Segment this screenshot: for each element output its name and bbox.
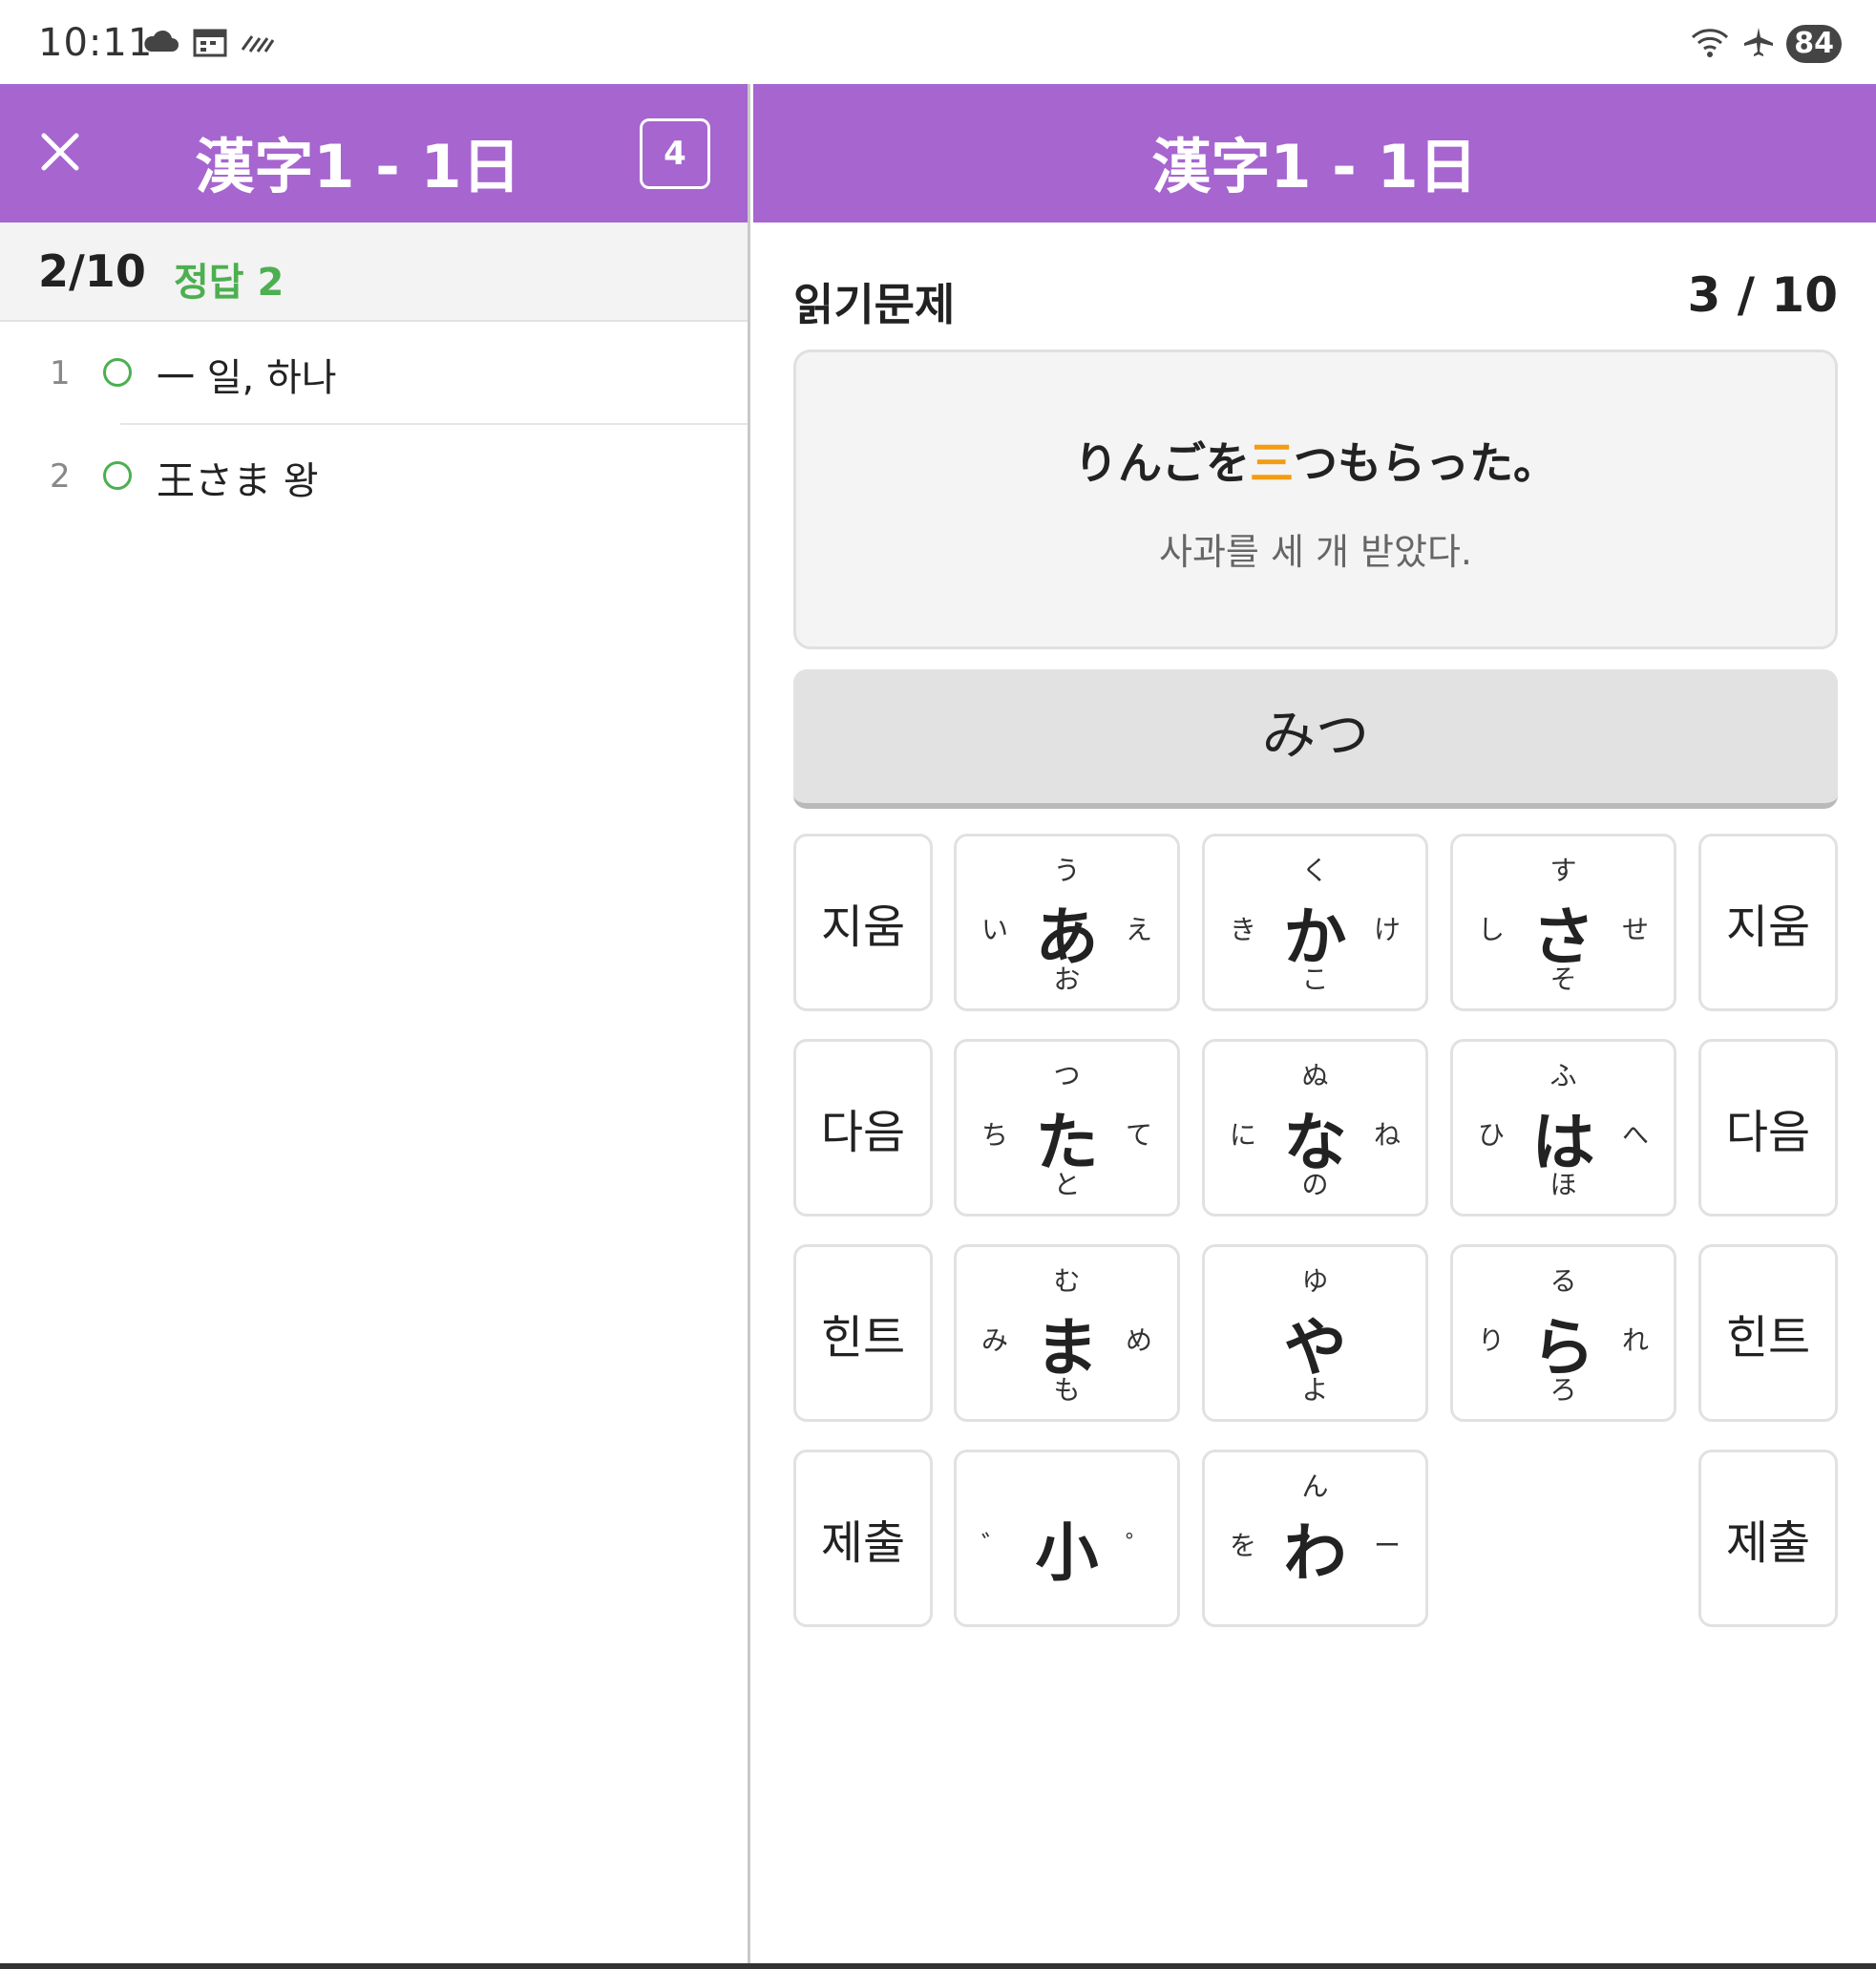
flick-down: の (1301, 1169, 1329, 1200)
next-button[interactable]: 다음 (1698, 1039, 1838, 1217)
progress-summary: 2/10 정답 2 (0, 222, 748, 322)
left-title: 漢字1 - 1日 (195, 132, 521, 201)
flick-right: ー (1373, 1530, 1401, 1561)
next-button[interactable]: 다음 (793, 1039, 933, 1217)
question-type: 읽기문제 (793, 279, 956, 330)
right-title: 漢字1 - 1日 (1151, 132, 1478, 201)
question-sentence: りんごを三つもらった。 (796, 429, 1835, 492)
kana-key-wa[interactable]: ん を わ ー (1202, 1450, 1428, 1627)
flick-down: こ (1301, 963, 1329, 995)
flick-right: け (1373, 914, 1401, 945)
correct-circle-icon (103, 358, 132, 387)
battery-indicator: 84 (1786, 25, 1842, 63)
left-panel: 漢字1 - 1日 4 2/10 정답 2 1 一 일, 하나 2 王さま 왕 (0, 84, 750, 1969)
hint-button[interactable]: 힌트 (1698, 1244, 1838, 1422)
answer-input[interactable]: みつ (793, 669, 1838, 809)
kana-key-ka[interactable]: く き か け こ (1202, 834, 1428, 1011)
cloud-icon (141, 29, 179, 59)
question-number: 3 / 10 (1687, 267, 1838, 323)
right-panel: 漢字1 - 1日 읽기문제 3 / 10 りんごを三つもらった。 사과를 세 개… (753, 84, 1876, 1969)
right-header: 漢字1 - 1日 (753, 84, 1876, 222)
flick-right: ゜ (1125, 1530, 1152, 1561)
sentence-after: つもらった。 (1294, 437, 1557, 489)
flick-up: る (1549, 1265, 1577, 1297)
submit-button[interactable]: 제출 (793, 1450, 933, 1627)
flick-down: そ (1549, 963, 1577, 995)
status-bar: 10:11 84 (0, 0, 1876, 84)
question-box: りんごを三つもらった。 사과를 세 개 받았다. (793, 349, 1838, 649)
item-text: 一 일, 하나 (157, 356, 337, 400)
kana-keypad: 지움 다음 힌트 제출 지움 다음 힌트 제출 う い あ え お く き か … (793, 834, 1838, 1636)
flick-up: く (1301, 855, 1329, 886)
flick-up: む (1053, 1265, 1081, 1297)
kana-key-ta[interactable]: つ ち た て と (954, 1039, 1180, 1217)
correct-count: 정답 2 (174, 261, 285, 305)
sentence-before: りんごを (1074, 437, 1250, 489)
flick-up: ん (1301, 1471, 1329, 1502)
item-text: 王さま 왕 (157, 459, 319, 503)
hint-button[interactable]: 힌트 (793, 1244, 933, 1422)
flick-down: お (1053, 963, 1081, 995)
flick-right: へ (1621, 1119, 1649, 1151)
kana-key-sa[interactable]: す し さ せ そ (1450, 834, 1676, 1011)
list-item[interactable]: 1 一 일, 하나 (0, 322, 748, 425)
flick-down: よ (1301, 1374, 1329, 1406)
question-translation: 사과를 세 개 받았다. (1159, 531, 1472, 573)
signal-lines-icon (241, 31, 275, 57)
item-number: 2 (50, 457, 71, 496)
flick-right: れ (1621, 1324, 1649, 1356)
flick-right: め (1125, 1324, 1152, 1356)
flick-up: ぬ (1301, 1060, 1329, 1091)
kana-key-ya[interactable]: ゆ や よ (1202, 1244, 1428, 1422)
left-header: 漢字1 - 1日 4 (0, 84, 748, 222)
progress-count: 2/10 (38, 245, 146, 297)
flick-down: と (1053, 1169, 1081, 1200)
item-number: 1 (50, 354, 71, 392)
delete-button[interactable]: 지움 (793, 834, 933, 1011)
submit-button[interactable]: 제출 (1698, 1450, 1838, 1627)
correct-circle-icon (103, 461, 132, 490)
flick-up: ゆ (1301, 1265, 1329, 1297)
flick-up: う (1053, 855, 1081, 886)
flick-up: つ (1053, 1060, 1081, 1091)
sentence-highlight: 三 (1250, 437, 1294, 489)
count-badge[interactable]: 4 (640, 118, 710, 189)
calendar-icon (193, 27, 227, 61)
flick-down: ほ (1549, 1169, 1577, 1200)
flick-right: て (1125, 1119, 1152, 1151)
flick-right: せ (1621, 914, 1649, 945)
kana-key-ha[interactable]: ふ ひ は へ ほ (1450, 1039, 1676, 1217)
bottom-edge (0, 1963, 1876, 1969)
kana-key-na[interactable]: ぬ に な ね の (1202, 1039, 1428, 1217)
kana-key-ra[interactable]: る り ら れ ろ (1450, 1244, 1676, 1422)
flick-right: え (1125, 914, 1152, 945)
wifi-icon (1689, 26, 1731, 62)
kana-key-ma[interactable]: む み ま め も (954, 1244, 1180, 1422)
list-item[interactable]: 2 王さま 왕 (0, 425, 748, 528)
flick-up: ふ (1549, 1060, 1577, 1091)
flick-up: す (1549, 855, 1577, 886)
flick-down: も (1053, 1374, 1081, 1406)
kana-key-small[interactable]: ゛ 小 ゜ (954, 1450, 1180, 1627)
delete-button[interactable]: 지움 (1698, 834, 1838, 1011)
flick-down: ろ (1549, 1374, 1577, 1406)
flick-right: ね (1373, 1119, 1401, 1151)
airplane-icon (1742, 26, 1775, 62)
kana-key-a[interactable]: う い あ え お (954, 834, 1180, 1011)
status-time: 10:11 (38, 21, 154, 65)
